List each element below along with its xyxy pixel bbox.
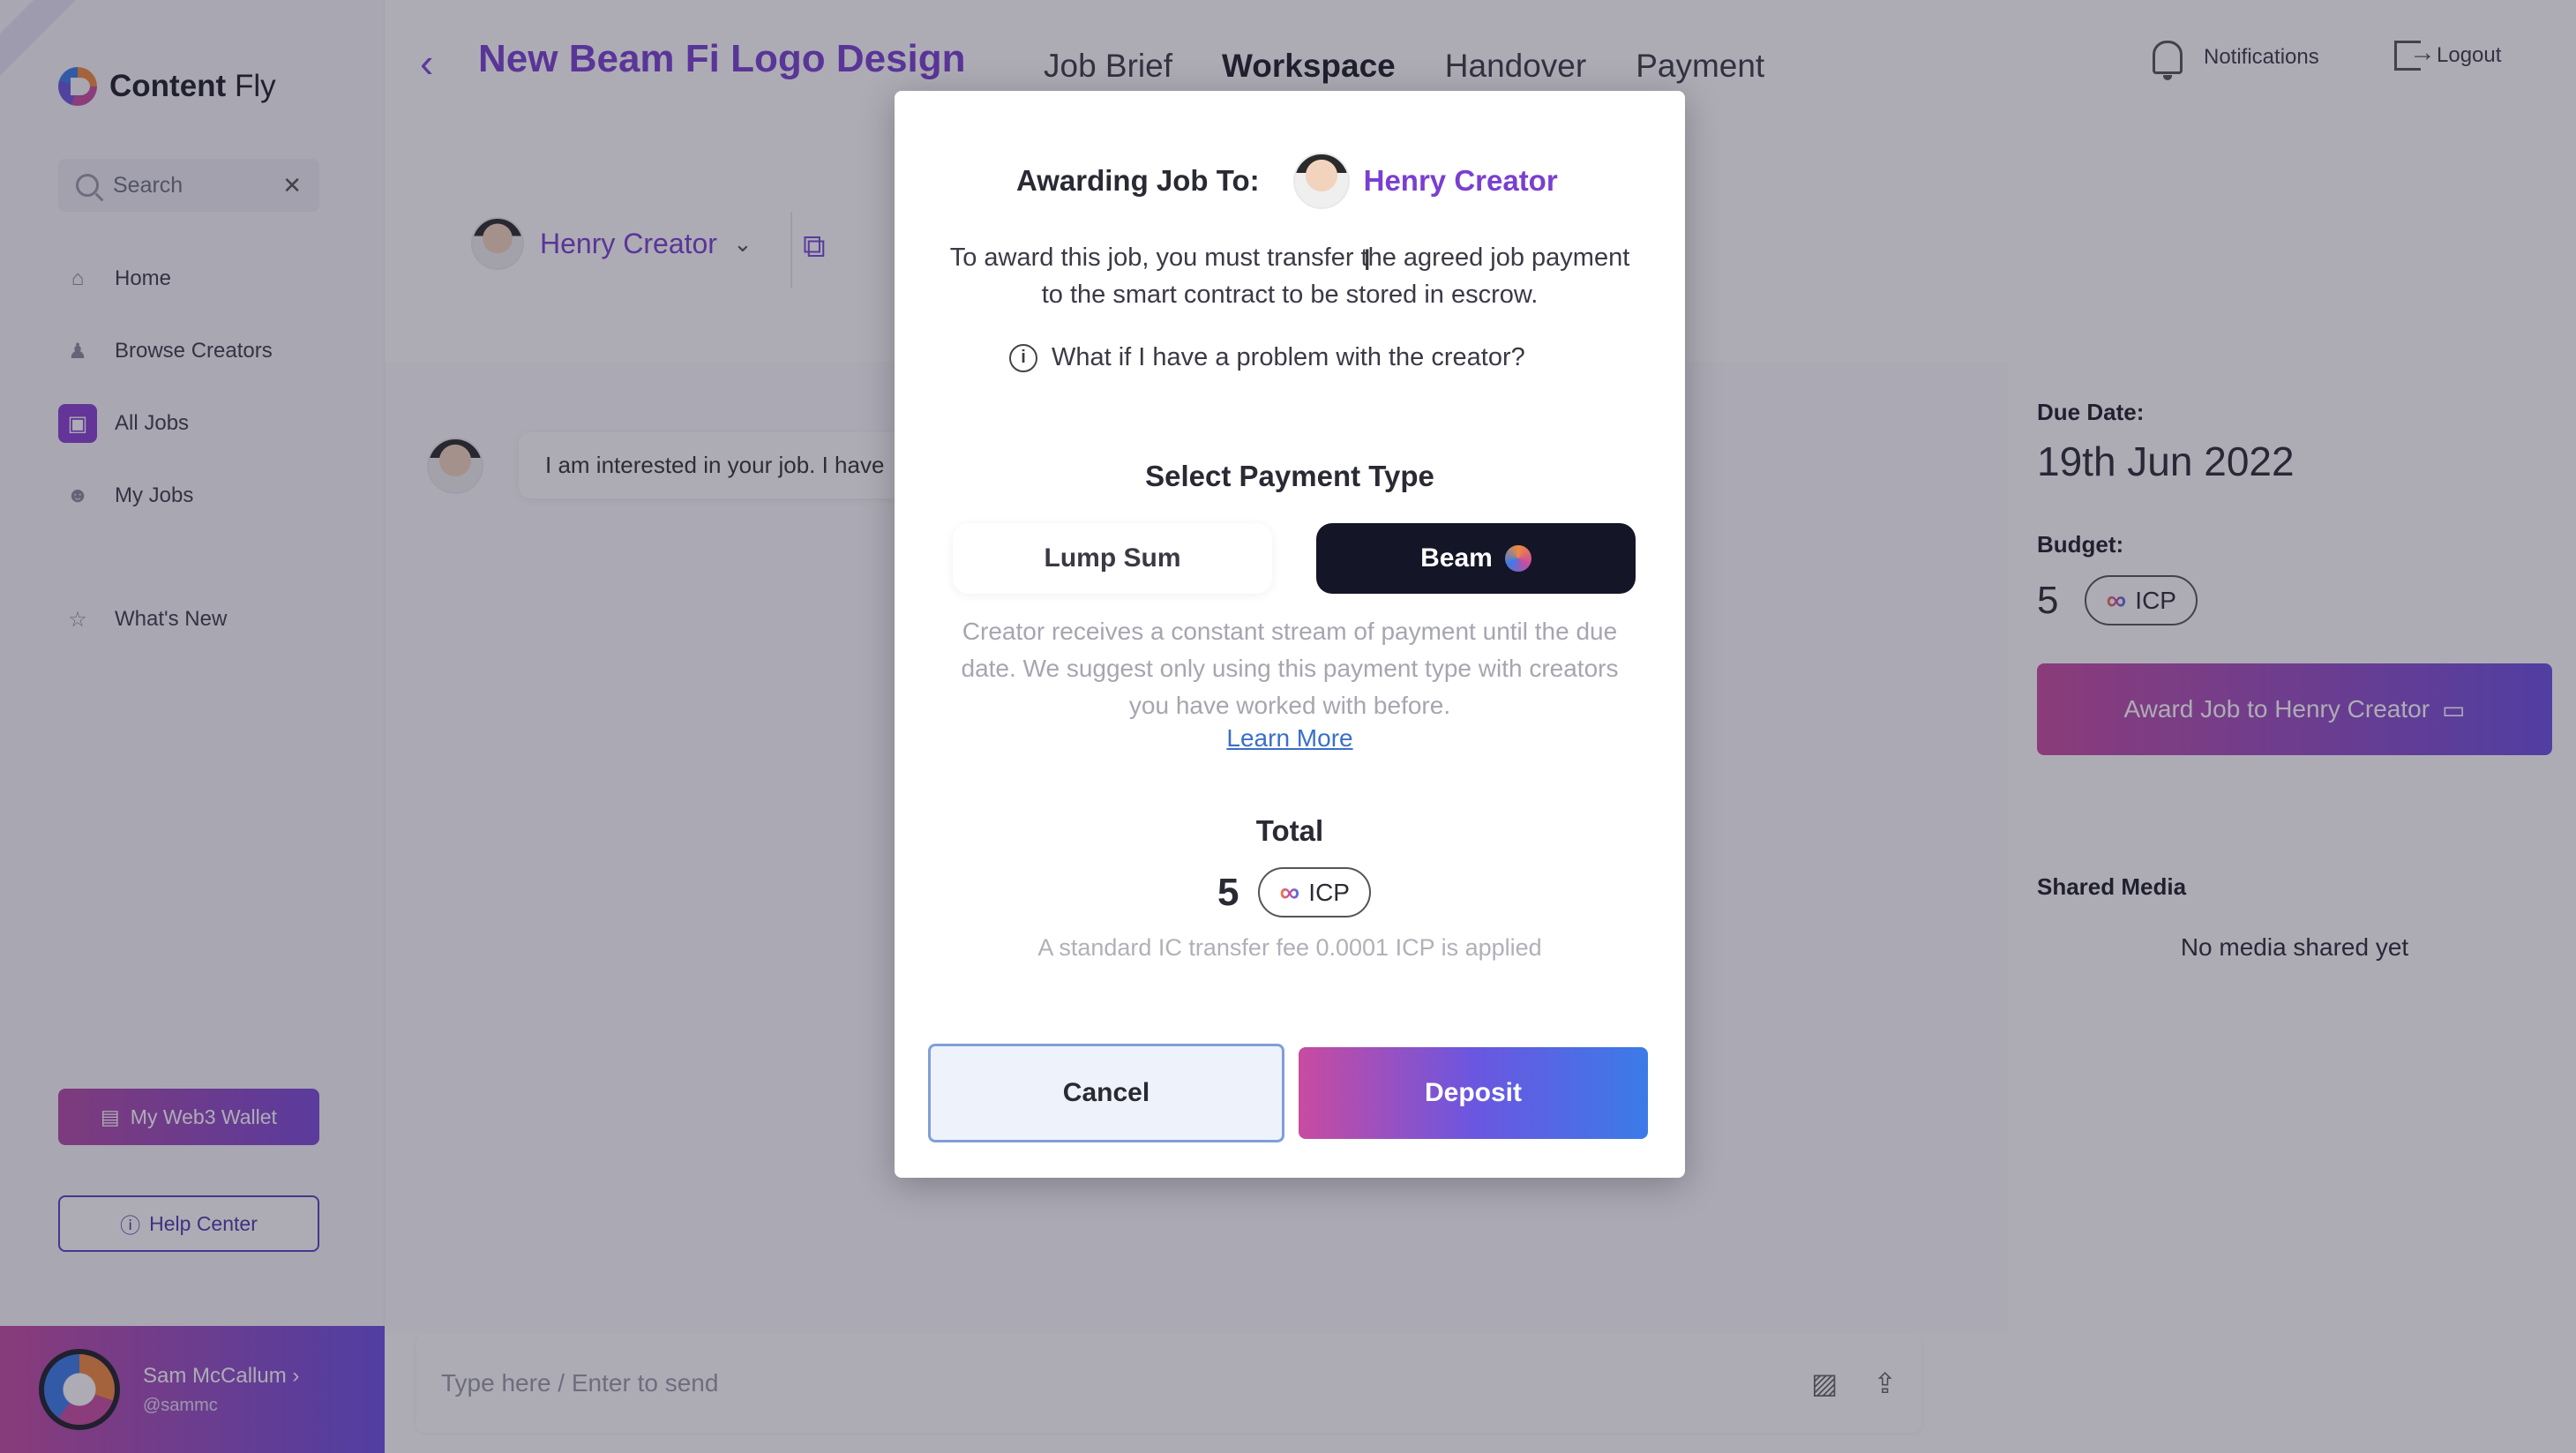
payment-type-heading: Select Payment Type: [1145, 460, 1434, 492]
total-label: Total: [1255, 814, 1324, 847]
award-description: To award this job, you must transfer the…: [949, 243, 1630, 309]
infinity-icon: ∞: [1279, 876, 1300, 908]
awarding-header: Awarding Job To: Henry Creator: [1016, 153, 1558, 209]
awarded-creator-name: Henry Creator: [1363, 164, 1558, 197]
creator-problem-text: What if I have a problem with the creato…: [1052, 343, 1525, 371]
app-root: Content Fly ✕ ⌂ Home ♟ Browse Creators ▣…: [0, 0, 2576, 1453]
beam-option[interactable]: Beam: [1316, 523, 1636, 594]
deposit-button[interactable]: Deposit: [1299, 1047, 1648, 1139]
awarding-label: Awarding Job To:: [1016, 164, 1260, 197]
learn-more-link[interactable]: Learn More: [895, 724, 1685, 753]
currency-badge: ∞ ICP: [1258, 867, 1371, 917]
beam-description: Creator receives a constant stream of pa…: [961, 618, 1619, 719]
text-cursor-icon: I: [1363, 243, 1372, 277]
lump-sum-option[interactable]: Lump Sum: [953, 523, 1272, 594]
info-icon: i: [1009, 343, 1037, 372]
awarded-creator-avatar: [1292, 153, 1350, 209]
beam-label: Beam: [1420, 543, 1493, 573]
award-job-modal: Awarding Job To: Henry Creator To award …: [895, 91, 1685, 1178]
fee-note: A standard IC transfer fee 0.0001 ICP is…: [1037, 934, 1542, 961]
payment-type-toggle: Lump Sum Beam: [953, 523, 1637, 594]
cancel-button[interactable]: Cancel: [928, 1044, 1284, 1142]
awarded-creator: Henry Creator: [1292, 153, 1558, 209]
lump-sum-label: Lump Sum: [1044, 543, 1181, 573]
total-row: 5 ∞ ICP: [1217, 867, 1371, 917]
currency-label: ICP: [1308, 878, 1350, 906]
total-amount: 5: [1217, 870, 1239, 914]
creator-problem-link[interactable]: i What if I have a problem with the crea…: [1009, 343, 1525, 372]
beam-logo-icon: [1504, 545, 1531, 572]
